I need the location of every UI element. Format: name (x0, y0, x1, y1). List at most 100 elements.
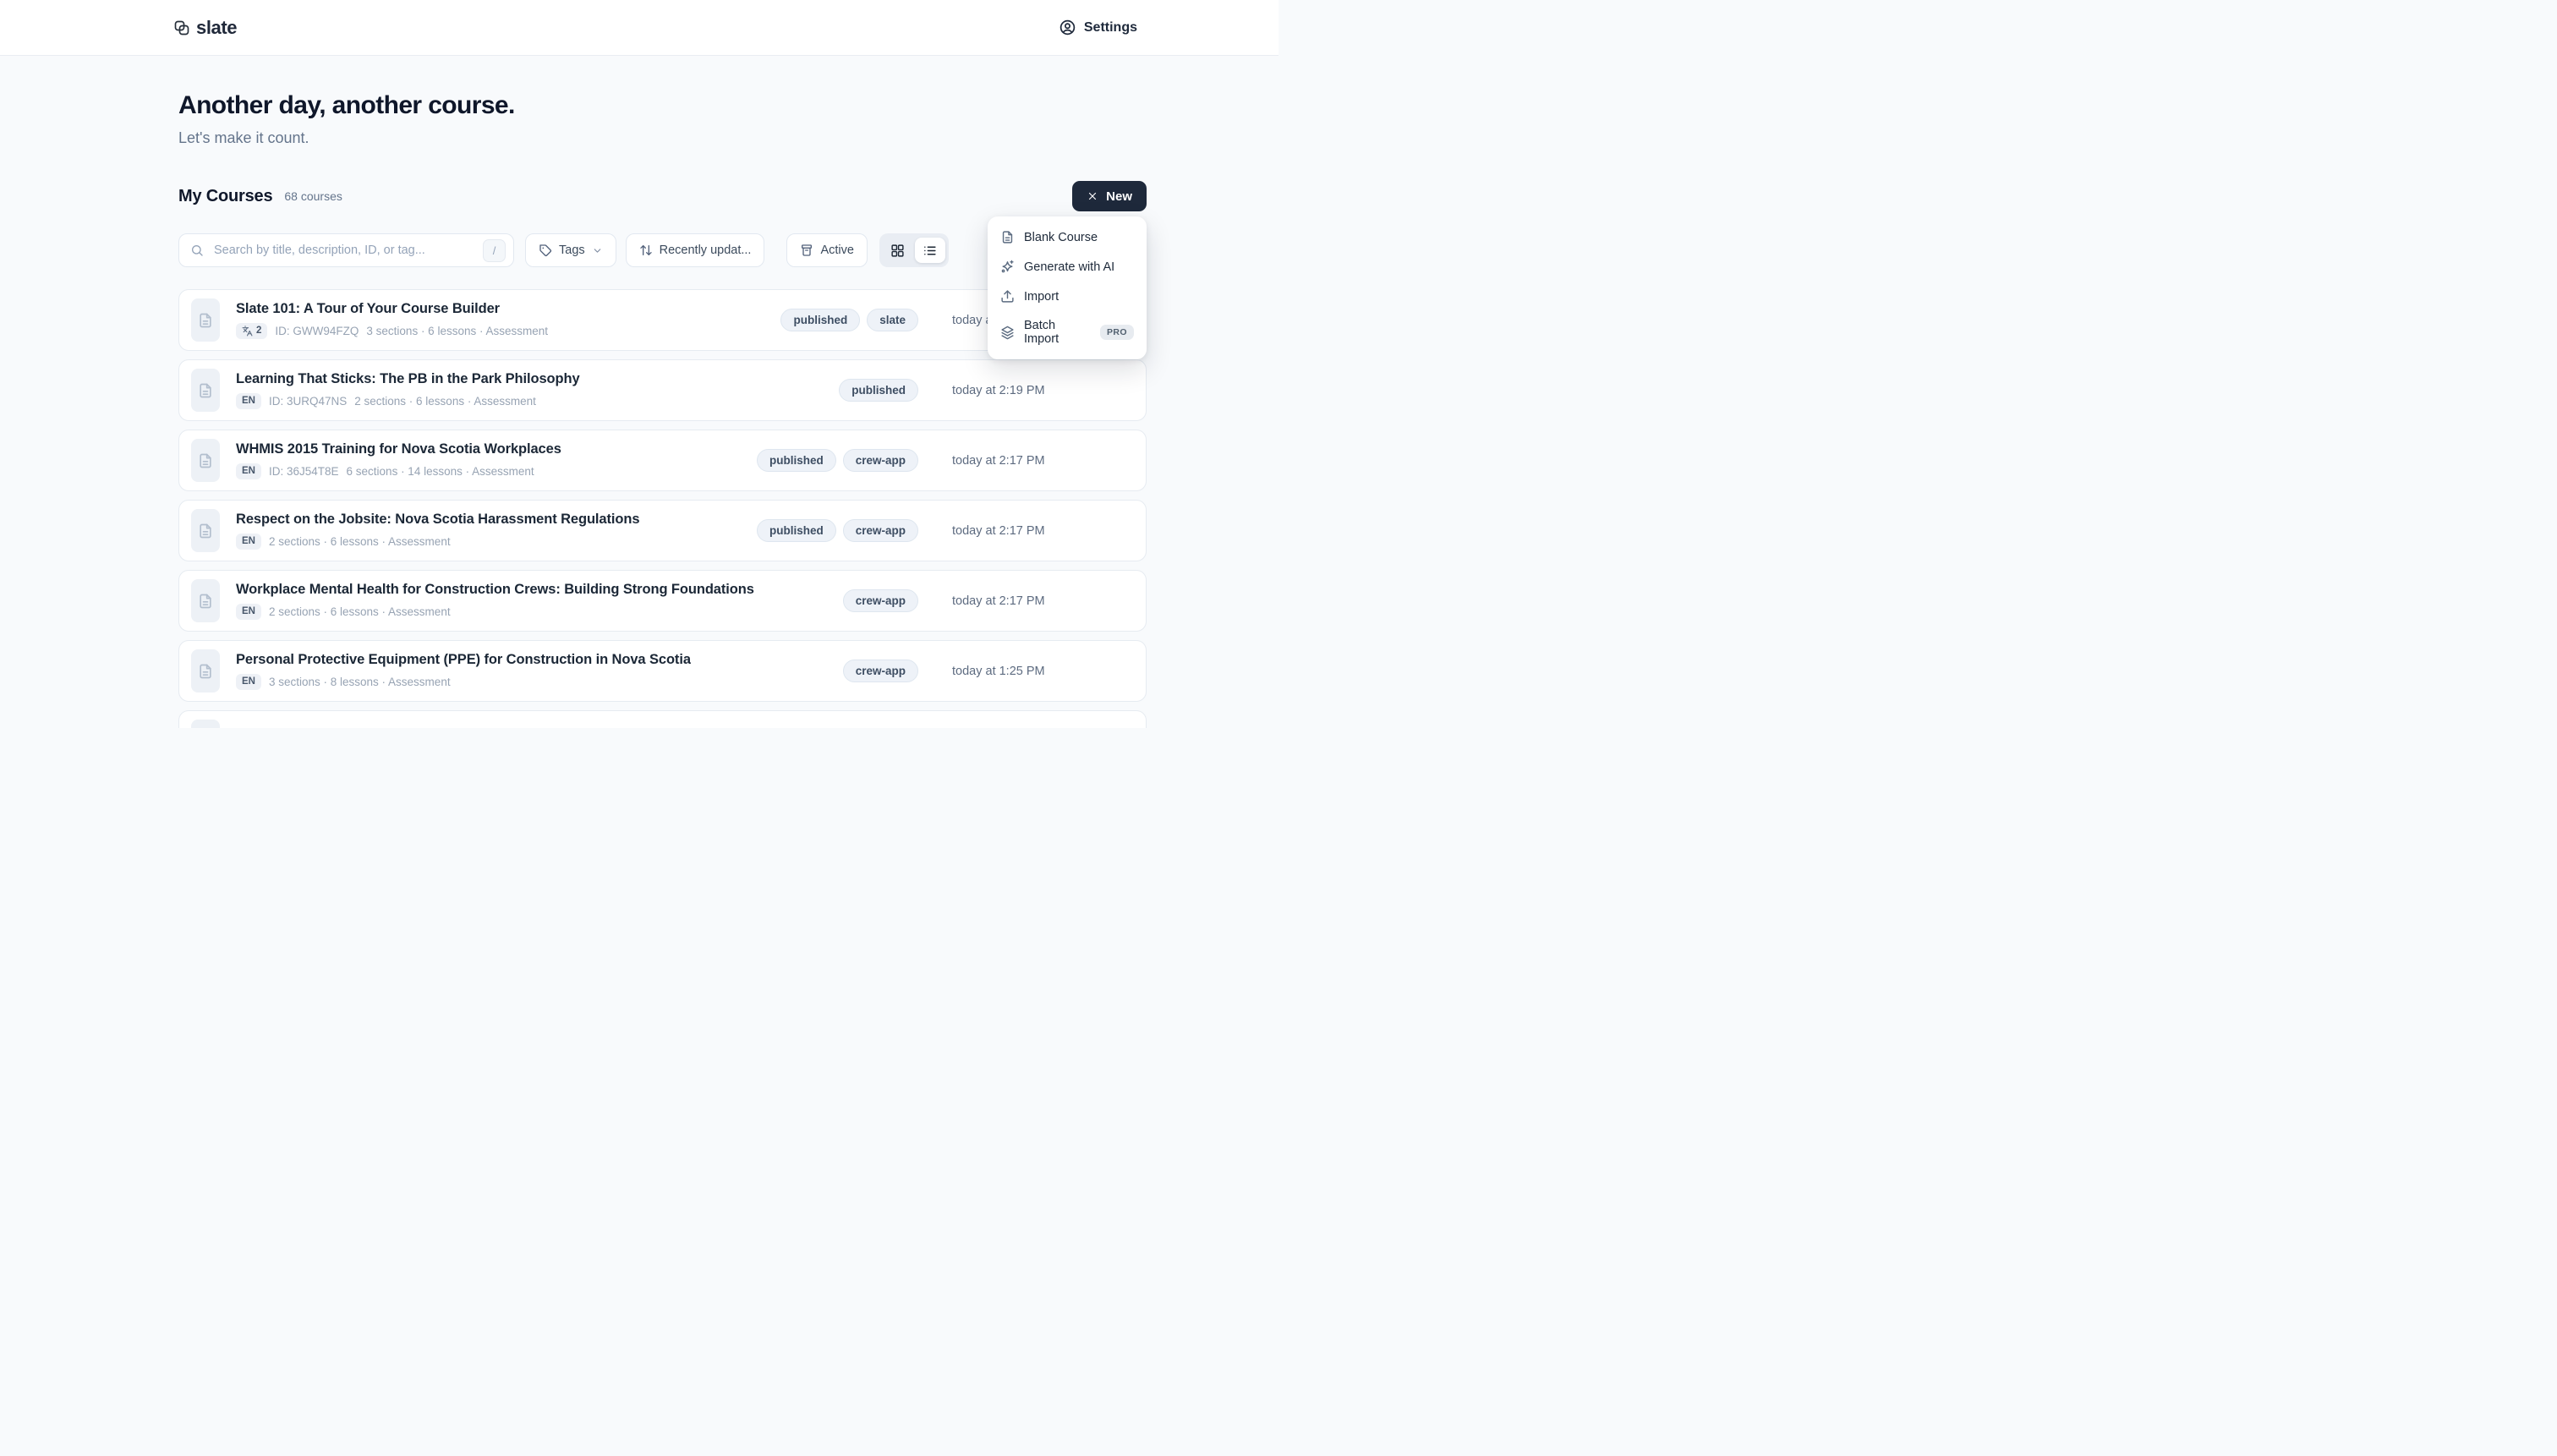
arrows-sort-icon (639, 244, 653, 257)
course-thumbnail (191, 298, 220, 342)
translations-badge: 2 (236, 323, 267, 339)
tags-filter-button[interactable]: Tags (525, 233, 616, 267)
menu-item-generate-with-ai[interactable]: Generate with AI (993, 252, 1142, 282)
sort-label: Recently updat... (660, 244, 752, 257)
course-thumbnail (191, 509, 220, 552)
course-thumbnail (191, 369, 220, 412)
course-updated-time: today at 2:19 PM (952, 384, 1146, 397)
course-tag-pill[interactable]: published (757, 449, 836, 472)
new-course-button[interactable]: New (1072, 181, 1147, 211)
course-meta: 2 ID: GWW94FZQ 3 sections · 6 lessons · … (236, 323, 548, 339)
course-updated-time: today at 2:17 PM (952, 594, 1146, 608)
course-meta: EN ID: 3URQ47NS 2 sections · 6 lessons ·… (236, 393, 580, 409)
pro-badge: PRO (1100, 325, 1134, 340)
page-subtitle: Let's make it count. (178, 129, 1147, 147)
course-updated-time: today at 2:17 PM (952, 524, 1146, 538)
course-tag-pill[interactable]: crew-app (843, 449, 918, 472)
menu-item-label: Batch Import (1024, 319, 1087, 346)
course-meta: EN 2 sections · 6 lessons · Assessment (236, 604, 754, 620)
file-icon (197, 593, 214, 610)
course-title: WHMIS 2015 Training for Nova Scotia Work… (236, 441, 561, 457)
course-tags: published crew-app (757, 519, 918, 542)
course-info: Learning That Sticks: The PB in the Park… (236, 371, 580, 409)
course-meta: EN 3 sections · 8 lessons · Assessment (236, 674, 691, 690)
menu-item-label: Import (1024, 290, 1059, 304)
course-tag-pill[interactable]: published (757, 519, 836, 542)
language-badge: EN (236, 674, 261, 690)
search-icon (190, 244, 204, 257)
list-view-button[interactable] (915, 238, 945, 263)
filter-icon (800, 244, 813, 257)
course-info: WHMIS 2015 Training for Nova Scotia Work… (236, 441, 561, 479)
new-button-label: New (1106, 189, 1132, 204)
course-structure: 2 sections · 6 lessons · Assessment (354, 395, 536, 408)
menu-item-import[interactable]: Import (993, 282, 1142, 311)
course-structure: 3 sections · 6 lessons · Assessment (366, 325, 548, 337)
course-title: Personal Protective Equipment (PPE) for … (236, 652, 691, 668)
course-tag-pill[interactable]: slate (867, 309, 918, 331)
search-shortcut-chip: / (483, 239, 506, 262)
course-updated-time: today at 2:17 PM (952, 454, 1146, 468)
course-tags: crew-app (843, 660, 918, 682)
menu-item-blank-course[interactable]: Blank Course (993, 222, 1142, 252)
course-thumbnail (191, 649, 220, 692)
course-tag-pill[interactable]: crew-app (843, 589, 918, 612)
grid-view-button[interactable] (883, 238, 913, 263)
menu-item-label: Blank Course (1024, 231, 1098, 244)
file-icon (197, 523, 214, 539)
course-id: ID: 3URQ47NS (269, 395, 347, 408)
course-tags: published (839, 379, 918, 402)
course-thumbnail (191, 720, 220, 728)
course-tag-pill[interactable]: crew-app (843, 660, 918, 682)
course-title: Learning That Sticks: The PB in the Park… (236, 371, 580, 387)
sort-button[interactable]: Recently updat... (626, 233, 765, 267)
course-meta: EN ID: 36J54T8E 6 sections · 14 lessons … (236, 463, 561, 479)
course-row[interactable] (178, 710, 1147, 728)
course-title: Slate 101: A Tour of Your Course Builder (236, 301, 548, 317)
course-meta: EN 2 sections · 6 lessons · Assessment (236, 534, 639, 550)
new-course-menu: Blank Course Generate with AI Import Bat… (988, 216, 1147, 359)
course-id: ID: GWW94FZQ (275, 325, 359, 337)
course-row[interactable]: Respect on the Jobsite: Nova Scotia Hara… (178, 500, 1147, 561)
course-tag-pill[interactable]: published (839, 379, 918, 402)
course-count: 68 courses (284, 189, 342, 203)
course-structure: 6 sections · 14 lessons · Assessment (347, 465, 534, 478)
course-tag-pill[interactable]: published (780, 309, 860, 331)
course-updated-time: today at 1:25 PM (952, 665, 1146, 678)
course-row[interactable]: WHMIS 2015 Training for Nova Scotia Work… (178, 430, 1147, 491)
app-window: slate Settings Another day, another cour… (0, 0, 1278, 728)
course-info: Respect on the Jobsite: Nova Scotia Hara… (236, 512, 639, 550)
language-badge: EN (236, 534, 261, 550)
courses-section-header: My Courses 68 courses New (178, 181, 1147, 211)
section-title: My Courses (178, 187, 272, 206)
course-info: Personal Protective Equipment (PPE) for … (236, 652, 691, 690)
main-content: Another day, another course. Let's make … (178, 0, 1147, 728)
course-structure: 2 sections · 6 lessons · Assessment (269, 535, 451, 548)
close-icon (1087, 190, 1098, 202)
course-tag-pill[interactable]: crew-app (843, 519, 918, 542)
language-badge: EN (236, 604, 261, 620)
tag-icon (539, 244, 552, 257)
course-id: ID: 36J54T8E (269, 465, 339, 478)
list-icon (923, 244, 937, 258)
view-toggle (879, 233, 949, 267)
tags-filter-label: Tags (559, 244, 585, 257)
search-input[interactable] (212, 243, 474, 258)
course-row[interactable]: Workplace Mental Health for Construction… (178, 570, 1147, 632)
chevron-down-icon (592, 245, 603, 256)
file-icon (197, 312, 214, 329)
course-thumbnail (191, 579, 220, 622)
search-box: / (178, 233, 514, 267)
sparkles-icon (1000, 260, 1015, 274)
course-thumbnail (191, 439, 220, 482)
course-info: Slate 101: A Tour of Your Course Builder… (236, 301, 548, 339)
menu-item-batch-import[interactable]: Batch Import PRO (993, 311, 1142, 353)
course-row[interactable]: Learning That Sticks: The PB in the Park… (178, 359, 1147, 421)
course-tags: crew-app (843, 589, 918, 612)
menu-item-label: Generate with AI (1024, 260, 1114, 274)
course-structure: 3 sections · 8 lessons · Assessment (269, 676, 451, 688)
course-structure: 2 sections · 6 lessons · Assessment (269, 605, 451, 618)
course-tags: published crew-app (757, 449, 918, 472)
status-filter-button[interactable]: Active (786, 233, 868, 267)
course-row[interactable]: Personal Protective Equipment (PPE) for … (178, 640, 1147, 702)
